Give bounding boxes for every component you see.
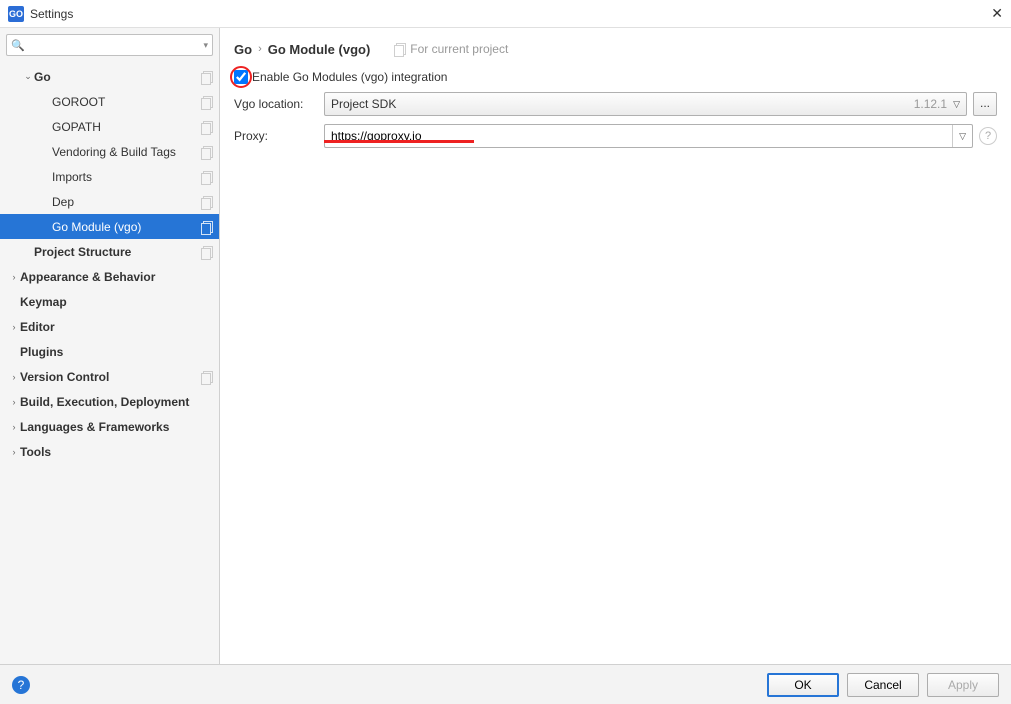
project-scope-icon — [201, 221, 213, 233]
ok-button[interactable]: OK — [767, 673, 839, 697]
tree-project-structure[interactable]: Project Structure — [0, 239, 219, 264]
main-panel: Go › Go Module (vgo) For current project… — [220, 28, 1011, 664]
tree-build[interactable]: ›Build, Execution, Deployment — [0, 389, 219, 414]
tree-item-label: Appearance & Behavior — [20, 270, 213, 284]
chevron-right-icon: › — [258, 43, 262, 55]
enable-go-modules-checkbox[interactable]: Enable Go Modules (vgo) integration — [234, 70, 447, 84]
tree-item-label: Project Structure — [34, 245, 201, 259]
tree-languages[interactable]: ›Languages & Frameworks — [0, 414, 219, 439]
tree-goroot[interactable]: GOROOT — [0, 89, 219, 114]
search-field[interactable] — [27, 38, 204, 52]
tree-item-label: Languages & Frameworks — [20, 420, 213, 434]
project-scope-hint: For current project — [394, 42, 508, 56]
tree-keymap[interactable]: Keymap — [0, 289, 219, 314]
chevron-down-icon: ▽ — [953, 99, 960, 110]
tree-item-label: Editor — [20, 320, 213, 334]
proxy-help-icon[interactable]: ? — [979, 127, 997, 145]
enable-checkbox-input[interactable] — [234, 70, 248, 84]
tree-item-label: Plugins — [20, 345, 213, 359]
chevron-right-icon[interactable]: › — [8, 372, 20, 382]
project-scope-text: For current project — [410, 42, 508, 56]
project-scope-icon — [394, 43, 406, 55]
enable-label: Enable Go Modules (vgo) integration — [252, 70, 447, 84]
project-scope-icon — [201, 196, 213, 208]
vgo-location-select[interactable]: Project SDK 1.12.1 ▽ — [324, 92, 967, 116]
vgo-browse-button[interactable]: ... — [973, 92, 997, 116]
chevron-right-icon[interactable]: › — [8, 397, 20, 407]
tree-go[interactable]: ⌄Go — [0, 64, 219, 89]
apply-button[interactable]: Apply — [927, 673, 999, 697]
tree-item-label: Keymap — [20, 295, 213, 309]
tree-item-label: Tools — [20, 445, 213, 459]
vgo-location-value: Project SDK — [331, 97, 914, 111]
search-icon: 🔍 — [11, 39, 25, 52]
project-scope-icon — [201, 96, 213, 108]
tree-item-label: Version Control — [20, 370, 201, 384]
project-scope-icon — [201, 146, 213, 158]
tree-appearance[interactable]: ›Appearance & Behavior — [0, 264, 219, 289]
project-scope-icon — [201, 71, 213, 83]
settings-tree: ⌄Go GOROOT GOPATH Vendoring & Build Tags Imp… — [0, 62, 219, 664]
tree-item-label: Go Module (vgo) — [52, 220, 201, 234]
tree-gopath[interactable]: GOPATH — [0, 114, 219, 139]
search-input[interactable]: 🔍 ▾ — [6, 34, 213, 56]
chevron-right-icon[interactable]: › — [8, 322, 20, 332]
tree-vendoring[interactable]: Vendoring & Build Tags — [0, 139, 219, 164]
project-scope-icon — [201, 121, 213, 133]
vgo-version: 1.12.1 — [914, 97, 947, 111]
proxy-label: Proxy: — [234, 129, 318, 143]
tree-item-label: Go — [34, 70, 201, 84]
search-history-icon[interactable]: ▾ — [203, 40, 208, 51]
tree-dep[interactable]: Dep — [0, 189, 219, 214]
annotation-underline — [324, 140, 474, 143]
sidebar: 🔍 ▾ ⌄Go GOROOT GOPATH Vendoring & Build Tag… — [0, 28, 220, 664]
tree-go-module[interactable]: Go Module (vgo) — [0, 214, 219, 239]
breadcrumb: Go › Go Module (vgo) For current project — [234, 38, 997, 60]
help-button[interactable]: ? — [12, 676, 30, 694]
window-title: Settings — [30, 7, 975, 21]
vgo-location-label: Vgo location: — [234, 97, 318, 111]
tree-item-label: Build, Execution, Deployment — [20, 395, 213, 409]
project-scope-icon — [201, 371, 213, 383]
close-icon[interactable]: ✕ — [975, 5, 1003, 22]
project-scope-icon — [201, 171, 213, 183]
chevron-right-icon[interactable]: › — [8, 422, 20, 432]
tree-item-label: GOPATH — [52, 120, 201, 134]
proxy-input[interactable]: ▽ — [324, 124, 973, 148]
project-scope-icon — [201, 246, 213, 258]
chevron-down-icon[interactable]: ⌄ — [22, 71, 34, 82]
breadcrumb-go[interactable]: Go — [234, 42, 252, 57]
tree-version-control[interactable]: ›Version Control — [0, 364, 219, 389]
tree-item-label: Dep — [52, 195, 201, 209]
cancel-button[interactable]: Cancel — [847, 673, 919, 697]
tree-item-label: Vendoring & Build Tags — [52, 145, 201, 159]
tree-item-label: Imports — [52, 170, 201, 184]
tree-tools[interactable]: ›Tools — [0, 439, 219, 464]
tree-item-label: GOROOT — [52, 95, 201, 109]
app-icon: GO — [8, 6, 24, 22]
breadcrumb-go-module: Go Module (vgo) — [268, 42, 371, 57]
tree-imports[interactable]: Imports — [0, 164, 219, 189]
chevron-right-icon[interactable]: › — [8, 447, 20, 457]
dialog-footer: ? OK Cancel Apply — [0, 664, 1011, 704]
tree-editor[interactable]: ›Editor — [0, 314, 219, 339]
proxy-dropdown-icon[interactable]: ▽ — [952, 125, 972, 147]
chevron-right-icon[interactable]: › — [8, 272, 20, 282]
title-bar: GO Settings ✕ — [0, 0, 1011, 28]
tree-plugins[interactable]: Plugins — [0, 339, 219, 364]
